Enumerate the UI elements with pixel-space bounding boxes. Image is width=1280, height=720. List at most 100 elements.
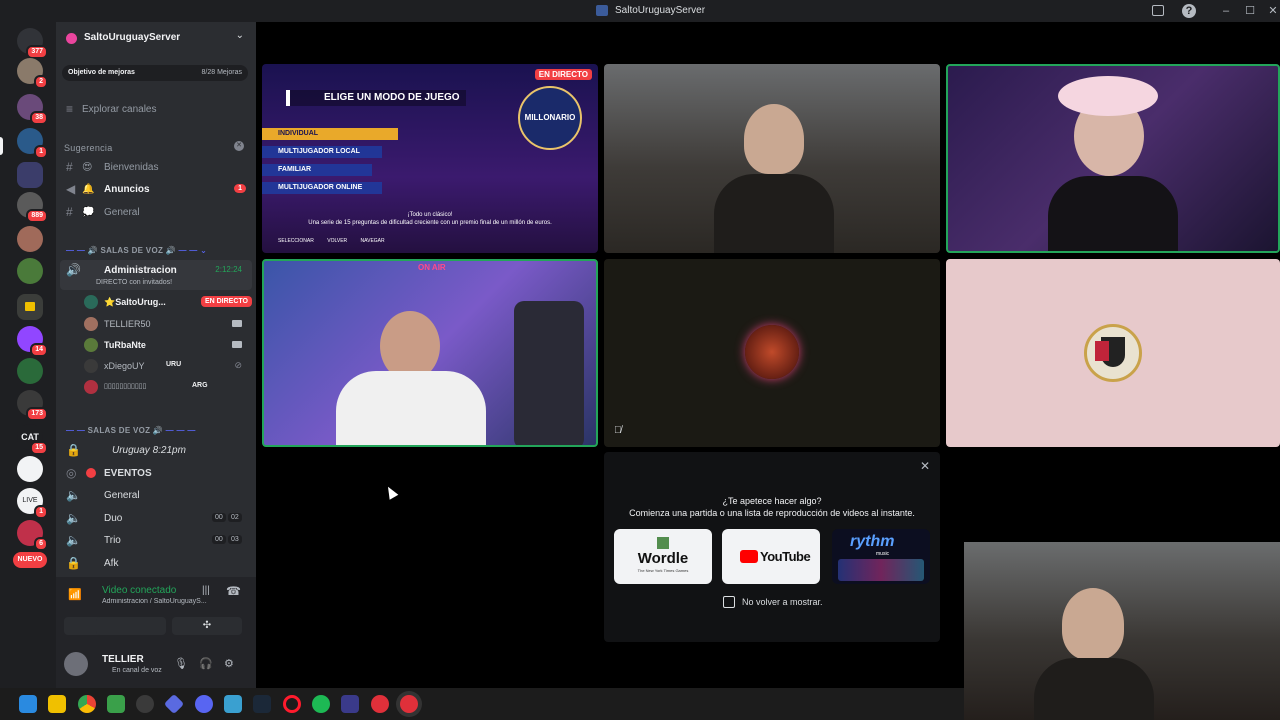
voice-category-label: SALAS DE VOZ [100,246,164,255]
settings-gear-icon[interactable]: ⚙ [224,657,234,670]
explore-label: Explorar canales [82,104,157,115]
video-tile-bunny[interactable] [946,64,1280,253]
server-icon[interactable]: 2 [17,58,48,89]
new-server-badge[interactable]: NUEVO [13,552,47,568]
bunny-hat [1058,76,1158,116]
explore-channels[interactable]: ≡ Explorar canales [56,99,256,119]
inbox-icon[interactable] [1152,5,1164,16]
activities-button[interactable]: ✣ [172,617,242,635]
user-count: 00 [212,513,226,522]
close-suggestion-icon[interactable]: ✕ [234,141,244,151]
voice-user[interactable]: xDiegoUY URU ⊘ [84,358,254,376]
headphones-icon[interactable]: 🎧 [199,657,213,670]
close-icon[interactable]: ✕ [1266,4,1280,18]
video-tile-avatar[interactable] [946,259,1280,447]
direct-messages-button[interactable]: 377 [17,28,48,59]
server-icon[interactable]: 6 [17,520,48,551]
voice-user[interactable]: ⭐SaltoUrug... EN DIRECTO [84,294,254,312]
mouse-cursor [383,484,399,500]
voice-channel-afk[interactable]: 🔒 Afk [56,553,256,573]
file-explorer-icon[interactable] [48,695,66,713]
self-video-preview[interactable] [964,542,1280,720]
app-icon[interactable] [163,693,185,715]
folder-icon[interactable] [17,162,43,188]
twitch-server-icon[interactable]: 14 [17,326,48,357]
list-icon: ≡ [66,102,74,116]
server-icon[interactable]: 1 [17,128,48,159]
user-limit: 03 [228,535,242,544]
voice-channel-eventos[interactable]: ◎ EVENTOS [56,463,256,483]
help-icon[interactable]: ? [1182,4,1196,18]
steam-icon[interactable] [253,695,271,713]
obs-icon[interactable] [136,695,154,713]
app-icon[interactable] [371,695,389,713]
microphone-icon[interactable]: 🎙 [174,657,188,670]
app-icon[interactable] [341,695,359,713]
shield-icon [1095,341,1109,361]
voice-channel-general[interactable]: 🔈 General [56,485,256,505]
minimize-icon[interactable]: – [1219,4,1233,18]
youtube-play-icon [740,550,758,563]
video-tile-streamer[interactable]: ON AIR [262,259,598,447]
voice-connection-panel: 📶 Video conectado Administracion / Salto… [56,577,256,643]
activity-rythm[interactable]: rythm music [832,529,930,584]
stream-tile-game[interactable]: ELIGE UN MODO DE JUEGO MILLONARIO EN DIR… [262,64,598,253]
server-header[interactable]: SaltoUruguayServer ⌄ [56,22,256,56]
disconnect-icon[interactable]: ☎ [226,584,241,598]
noise-suppression-icon[interactable]: ||| [202,585,210,596]
game-logo-text: MILLONARIO [524,113,576,122]
voice-category-header[interactable]: — — 🔊 SALAS DE VOZ 🔊 — — ⌄ [66,246,207,255]
activity-youtube[interactable]: YouTube [722,529,820,584]
server-icon[interactable] [17,358,43,384]
voice-user[interactable]: TELLIER50 [84,316,254,334]
voice-user-name: TuRbaNte [104,340,146,350]
close-icon[interactable]: ✕ [920,459,930,473]
badge: 2 [34,75,48,89]
voice-channel-label: Afk [104,558,119,569]
avatar[interactable] [64,652,88,676]
live-server-icon[interactable]: LIVE 1 [17,488,48,519]
voice-location[interactable]: Administracion / SaltoUruguayS... [102,598,242,605]
app-icon[interactable] [107,695,125,713]
folder-icon[interactable] [17,294,43,320]
server-icon[interactable]: 173 [17,390,48,421]
voice-category-header[interactable]: — — SALAS DE VOZ 🔊 — — — [66,426,196,435]
voice-user[interactable]: TuRbaNte [84,337,254,355]
cat-server-icon[interactable]: CAT 15 [17,424,48,455]
channel-bienvenidas[interactable]: # 😍 Bienvenidas [56,157,256,177]
server-icon[interactable] [17,456,43,482]
opera-icon[interactable] [283,695,301,713]
channel-anuncios[interactable]: ◀ 🔔 Anuncios 1 [56,179,256,199]
screen-share-button[interactable] [96,617,166,635]
signal-icon: 📶 [68,589,82,601]
app-icon[interactable] [400,695,418,713]
lock-icon: 🔒 [66,443,81,457]
server-icon[interactable] [17,258,43,284]
video-tile-tellier[interactable] [604,64,940,253]
notepad-icon[interactable] [224,695,242,713]
activity-wordle[interactable]: Wordle The New York Times Games [614,529,712,584]
channel-general[interactable]: # 💭 General [56,202,256,222]
voice-user[interactable]: ▯▯▯▯▯▯▯▯▯▯▯ ARG [84,379,254,397]
voice-channel-uruguay[interactable]: 🔒 Uruguay 8:21pm [56,440,256,460]
server-icon[interactable] [17,226,43,252]
dont-show-checkbox[interactable] [723,596,735,608]
maximize-icon[interactable]: ☐ [1243,4,1257,18]
new-label: NUEVO [17,556,43,563]
spotify-icon[interactable] [312,695,330,713]
chrome-icon[interactable] [78,695,96,713]
channel-label: Anuncios [104,184,150,195]
suggestion-header: Sugerencia [64,143,113,153]
boost-goal[interactable]: Objetivo de mejoras 8/28 Mejoras [62,65,248,81]
voice-channel-duo[interactable]: 🔈 Duo 00 02 [56,508,256,528]
deafen-icon: ⊘ [234,360,242,370]
chevron-down-icon[interactable]: ⌄ [236,30,244,41]
server-icon[interactable]: 38 [17,94,48,125]
windows-start-icon[interactable] [19,695,37,713]
person-body [1034,658,1154,720]
voice-channel-trio[interactable]: 🔈 Trio 00 03 [56,530,256,550]
server-icon[interactable]: 889 [17,192,48,223]
video-tile-avatar[interactable]: 🎙̸ [604,259,940,447]
voice-channel-administracion[interactable]: 🔊 Administracion 2:12:24 DIRECTO con inv… [60,260,252,290]
discord-icon[interactable] [195,695,213,713]
